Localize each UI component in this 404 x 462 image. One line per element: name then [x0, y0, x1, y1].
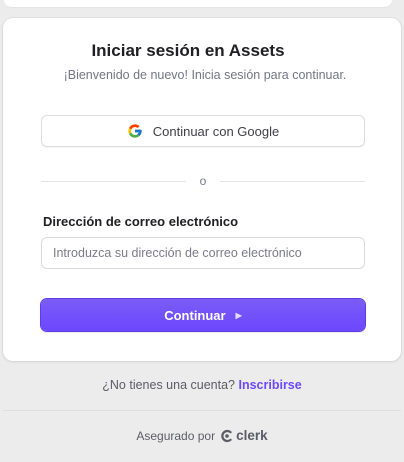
divider-line-left: [41, 180, 186, 182]
clerk-logo[interactable]: clerk: [220, 428, 268, 443]
divider-line-right: [220, 180, 365, 182]
sign-in-card: Iniciar sesión en Assets ¡Bienvenido de …: [3, 18, 401, 361]
or-divider: o: [41, 173, 365, 189]
google-icon: [128, 124, 142, 138]
secured-by-badge: Asegurado por clerk: [0, 428, 404, 443]
signup-prompt: ¿No tienes una cuenta? Inscribirse: [0, 378, 404, 392]
footer-divider: [3, 410, 401, 411]
signup-prompt-text: ¿No tienes una cuenta?: [102, 378, 235, 392]
caret-right-icon: ▶: [235, 310, 242, 320]
auth-frame: Iniciar sesión en Assets ¡Bienvenido de …: [0, 0, 404, 462]
google-signin-button[interactable]: Continuar con Google: [41, 115, 365, 147]
signup-link[interactable]: Inscribirse: [238, 378, 301, 392]
divider-text: o: [199, 174, 207, 188]
continue-button[interactable]: Continuar ▶: [41, 299, 365, 331]
google-button-label: Continuar con Google: [152, 123, 280, 139]
clerk-wordmark: clerk: [236, 428, 268, 443]
continue-button-label: Continuar: [164, 307, 226, 323]
secured-by-text: Asegurado por: [136, 428, 216, 443]
page-subtitle: ¡Bienvenido de nuevo! Inicia sesión para…: [63, 68, 347, 82]
email-field[interactable]: [41, 237, 365, 269]
clerk-icon: [221, 429, 232, 442]
email-label: Dirección de correo electrónico: [43, 214, 239, 229]
page-title: Iniciar sesión en Assets: [91, 41, 285, 60]
top-card-edge: [4, 0, 392, 8]
